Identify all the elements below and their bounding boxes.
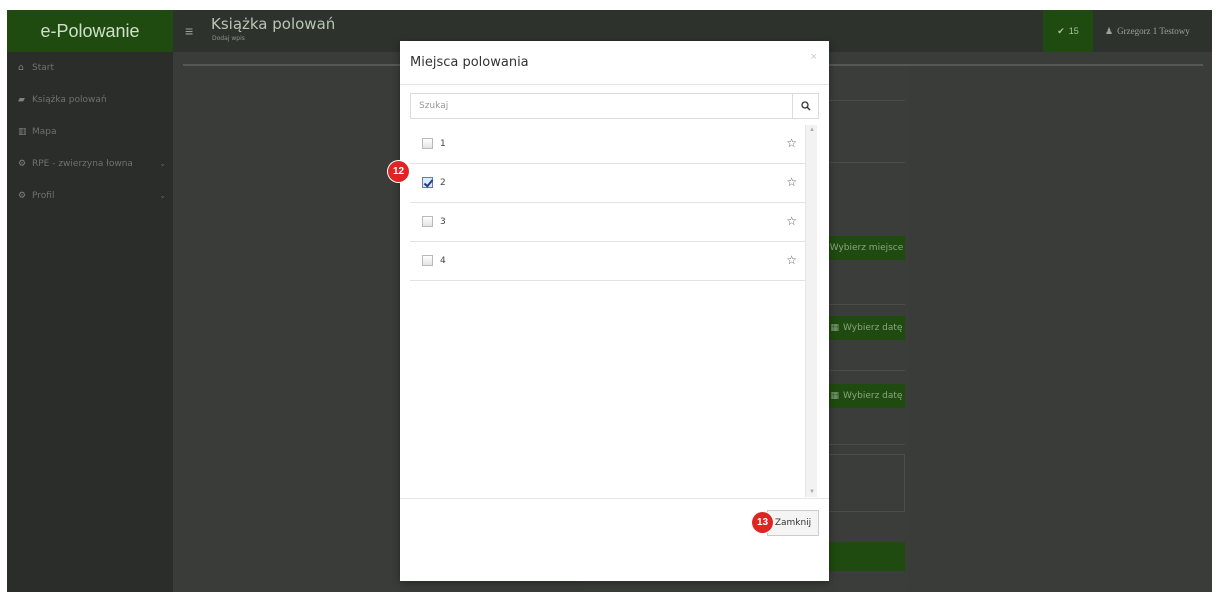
button-label: Wybierz datę [843, 323, 903, 333]
user-icon: ♟ [1105, 25, 1114, 36]
item-label: 4 [440, 256, 446, 266]
notifications-count: 15 [1068, 26, 1079, 36]
calendar-icon: ▦ [830, 323, 840, 333]
calendar-icon: ▦ [830, 391, 840, 401]
item-label: 3 [440, 217, 446, 227]
sidebar-item-profile[interactable]: ⚙ Profil ⌄ [7, 180, 173, 212]
list-item[interactable]: 3 ☆ [410, 203, 805, 242]
search-input[interactable] [411, 94, 792, 118]
user-name: Grzegorz 1 Testowy [1117, 26, 1190, 36]
search-icon [800, 101, 810, 111]
user-menu[interactable]: ♟ Grzegorz 1 Testowy [1101, 10, 1212, 52]
app-window: e-Polowanie ⌂ Start ▰ Książka polowań ▥ … [7, 10, 1212, 592]
button-label: Wybierz datę [843, 391, 903, 401]
divider [829, 100, 905, 101]
home-icon: ⌂ [18, 63, 24, 73]
item-checkbox[interactable] [422, 177, 433, 188]
sidebar-item-label: RPE - zwierzyna łowna [32, 159, 133, 169]
choose-place-button[interactable]: Wybierz miejsce [828, 236, 905, 260]
list-item[interactable]: 4 ☆ [410, 242, 805, 281]
scrollbar[interactable]: ▲ ▼ [805, 125, 817, 497]
star-icon[interactable]: ☆ [786, 175, 797, 189]
notifications-button[interactable]: ✔ 15 [1043, 10, 1093, 52]
list-item[interactable]: 1 ☆ [410, 125, 805, 164]
divider [829, 444, 905, 445]
sidebar-item-map[interactable]: ▥ Mapa [7, 116, 173, 148]
star-icon[interactable]: ☆ [786, 136, 797, 150]
star-icon[interactable]: ☆ [786, 214, 797, 228]
sidebar-item-start[interactable]: ⌂ Start [7, 52, 173, 84]
item-label: 1 [440, 139, 446, 149]
item-label: 2 [440, 178, 446, 188]
modal-header: Miejsca polowania × [400, 41, 829, 85]
item-checkbox[interactable] [422, 255, 433, 266]
page-subtitle: Dodaj wpis [212, 35, 245, 42]
menu-toggle-icon[interactable]: ≡ [185, 23, 193, 39]
close-icon[interactable]: × [811, 51, 817, 63]
map-icon: ▥ [18, 127, 27, 137]
cogs-icon: ⚙ [18, 159, 27, 169]
book-icon: ▰ [18, 95, 25, 105]
choose-date-button[interactable]: ▦ Wybierz datę [828, 384, 905, 408]
button-label: Wybierz miejsce [829, 243, 904, 253]
sidebar-item-label: Profil [32, 191, 55, 201]
choose-date-button[interactable]: ▦ Wybierz datę [828, 316, 905, 340]
sidebar-item-hunting-book[interactable]: ▰ Książka polowań [7, 84, 173, 116]
modal-footer: Zamknij [400, 498, 829, 581]
step-marker-12: 12 [388, 161, 409, 182]
item-checkbox[interactable] [422, 138, 433, 149]
chevron-down-icon: ⌄ [159, 191, 166, 200]
search-button[interactable] [792, 94, 818, 118]
step-marker-13: 13 [752, 512, 773, 533]
sidebar-item-label: Mapa [32, 127, 57, 137]
chevron-down-icon: ✔ [1057, 25, 1065, 36]
notes-textarea[interactable] [828, 454, 905, 512]
chevron-down-icon: ⌄ [159, 159, 166, 168]
brand-logo[interactable]: e-Polowanie [7, 10, 173, 52]
sidebar-item-label: Start [32, 63, 54, 73]
modal-title: Miejsca polowania [410, 55, 529, 70]
item-checkbox[interactable] [422, 216, 433, 227]
divider [829, 370, 905, 371]
list-item[interactable]: 2 ☆ [410, 164, 805, 203]
sidebar-item-label: Książka polowań [32, 95, 107, 105]
divider [829, 162, 905, 163]
sidebar: ⌂ Start ▰ Książka polowań ▥ Mapa ⚙ RPE -… [7, 52, 173, 592]
star-icon[interactable]: ☆ [786, 253, 797, 267]
divider [829, 304, 905, 305]
cogs-icon: ⚙ [18, 191, 27, 201]
search-box [410, 93, 819, 119]
places-modal: Miejsca polowania × 1 ☆ 2 ☆ [400, 41, 829, 581]
page-title: Książka polowań [211, 15, 336, 33]
places-list: 1 ☆ 2 ☆ 3 ☆ 4 ☆ [410, 125, 805, 283]
scroll-up-icon[interactable]: ▲ [809, 127, 815, 133]
sidebar-item-rpe[interactable]: ⚙ RPE - zwierzyna łowna ⌄ [7, 148, 173, 180]
close-button[interactable]: Zamknij [767, 510, 819, 536]
scroll-down-icon[interactable]: ▼ [809, 489, 815, 495]
